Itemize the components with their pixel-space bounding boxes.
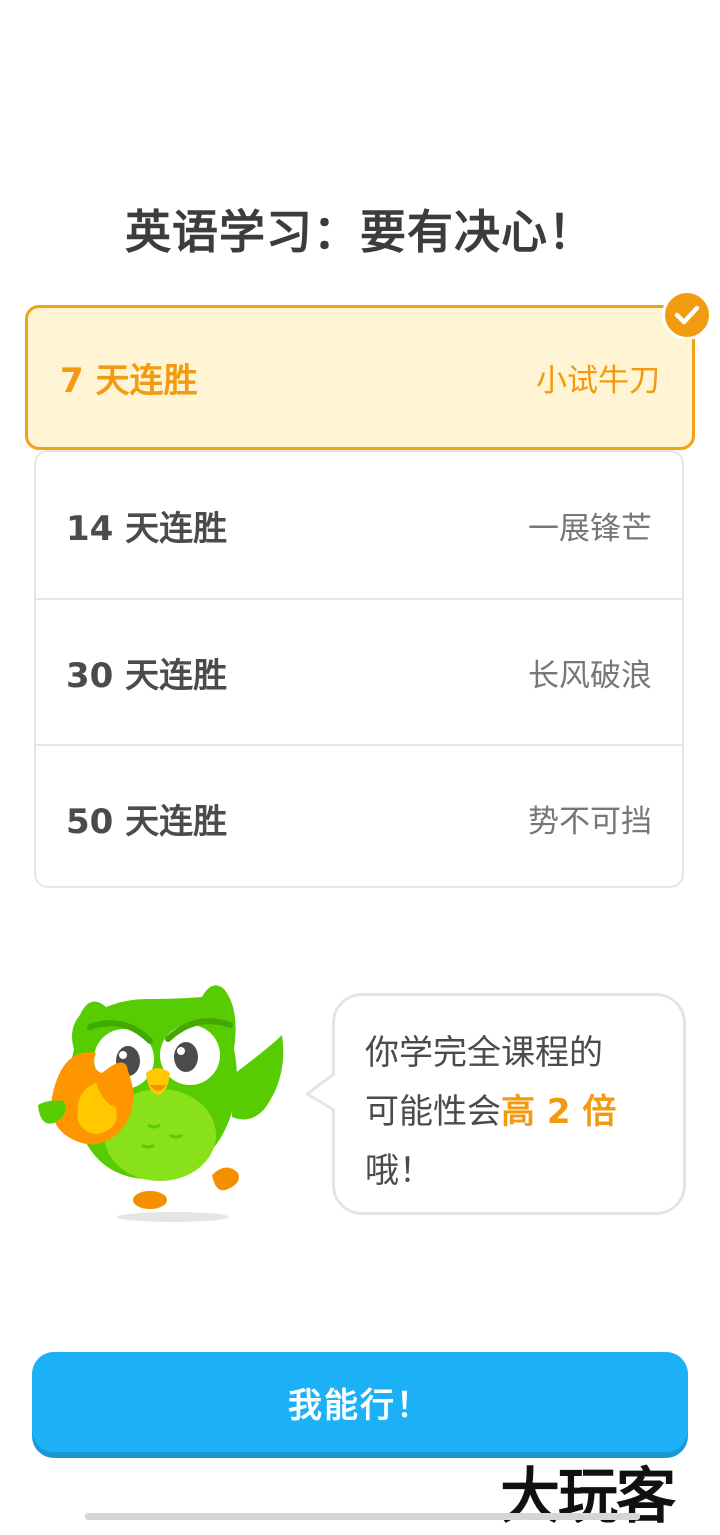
- goal-label: 7 天连胜: [60, 361, 198, 401]
- goal-level: 一展锋芒: [528, 510, 652, 547]
- goal-level: 小试牛刀: [536, 363, 660, 399]
- bubble-tail: [305, 1072, 335, 1112]
- bubble-line-2: 可能性会高 2 倍: [365, 1083, 653, 1142]
- confirm-button[interactable]: 我能行！: [32, 1352, 688, 1452]
- goal-label: 50 天连胜: [66, 801, 228, 842]
- bubble-line-3: 哦！: [365, 1151, 433, 1191]
- goal-list: 14 天连胜 一展锋芒 30 天连胜 长风破浪 50 天连胜 势不可挡: [34, 450, 684, 888]
- goal-level: 势不可挡: [528, 803, 652, 840]
- goal-option-30[interactable]: 30 天连胜 长风破浪: [36, 598, 682, 744]
- goal-level: 长风破浪: [528, 657, 652, 694]
- owl-mascot-icon: [30, 985, 290, 1230]
- bubble-highlight: 高 2 倍: [501, 1092, 617, 1132]
- goal-label: 30 天连胜: [66, 655, 228, 696]
- page-title: 英语学习：要有决心！: [125, 205, 595, 259]
- goal-option-50[interactable]: 50 天连胜 势不可挡: [36, 744, 682, 890]
- bubble-line-1: 你学完全课程的: [365, 1033, 603, 1073]
- goal-option-7-selected[interactable]: 7 天连胜 小试牛刀: [25, 305, 695, 450]
- goal-label: 14 天连胜: [66, 508, 228, 549]
- check-icon: [662, 290, 712, 340]
- watermark-logo: 大玩客: [500, 1462, 676, 1532]
- speech-bubble: 你学完全课程的 可能性会高 2 倍 哦！: [332, 993, 686, 1215]
- bubble-line-2-text: 可能性会: [365, 1092, 501, 1132]
- bottom-indicator: [85, 1513, 640, 1520]
- goal-option-14[interactable]: 14 天连胜 一展锋芒: [36, 452, 682, 598]
